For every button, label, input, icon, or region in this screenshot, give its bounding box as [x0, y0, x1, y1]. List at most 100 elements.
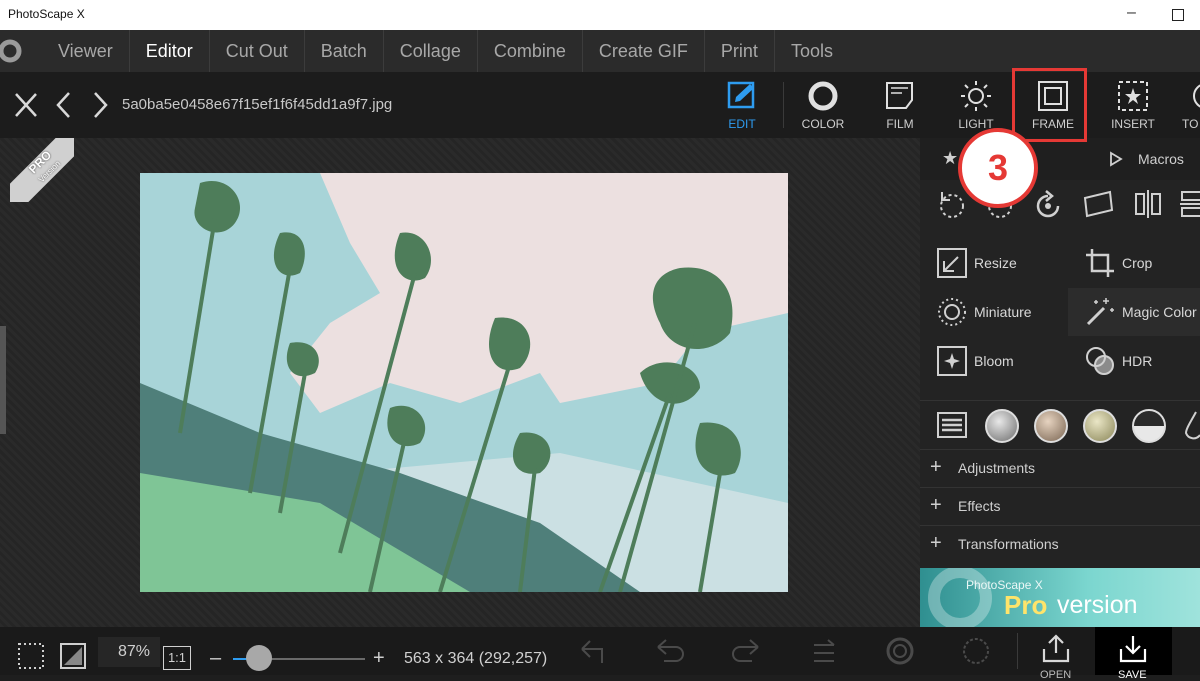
tab-label: INSERT: [1111, 117, 1155, 131]
undo-icon[interactable]: [654, 637, 686, 667]
expand-icon: +: [930, 494, 942, 516]
flip-vertical-icon[interactable]: [1178, 188, 1200, 220]
zoom-in-button[interactable]: +: [373, 647, 385, 670]
tab-label: TO: [1182, 117, 1199, 131]
photo-preview: [140, 173, 788, 592]
compare-view-icon[interactable]: [960, 635, 992, 667]
close-icon[interactable]: [14, 90, 40, 120]
rotate-right-icon[interactable]: [1032, 188, 1064, 220]
menu-item-create-gif[interactable]: Create GIF: [583, 30, 705, 72]
feature-label: HDR: [1122, 353, 1153, 369]
open-share-icon[interactable]: [1040, 633, 1072, 665]
color-icon: [808, 81, 838, 111]
redo-all-icon[interactable]: [806, 637, 838, 667]
menu-item-tools[interactable]: Tools: [775, 30, 849, 72]
bloom-button[interactable]: Bloom: [920, 337, 1060, 385]
tab-film[interactable]: FILM: [865, 72, 935, 138]
tab-insert[interactable]: INSERT: [1098, 72, 1168, 138]
section-label: Effects: [958, 498, 1001, 514]
favorites-star-icon[interactable]: ★: [942, 148, 958, 169]
miniature-button[interactable]: Miniature: [920, 288, 1060, 336]
open-label: OPEN: [1040, 669, 1072, 681]
save-button[interactable]: SAVE: [1095, 627, 1172, 681]
rotate-left-icon[interactable]: [936, 188, 968, 220]
right-panel: ★ Macros Resize Crop Miniature Magic Col…: [920, 138, 1200, 627]
image-dimensions: 563 x 364 (292,257): [404, 650, 548, 667]
drop-icon[interactable]: [1182, 409, 1200, 441]
pro-version-ribbon: PRO Version: [10, 138, 74, 202]
compare-icon[interactable]: [58, 641, 88, 671]
magic-color-button[interactable]: Magic Color: [1068, 288, 1200, 336]
pro-ribbon-subtitle: Version: [36, 158, 63, 185]
section-effects[interactable]: + Effects: [920, 487, 1200, 525]
feature-label: Crop: [1122, 255, 1153, 271]
section-adjustments[interactable]: + Adjustments: [920, 449, 1200, 487]
zoom-slider-track[interactable]: [233, 645, 365, 671]
tab-label: COLOR: [801, 117, 845, 131]
bloom-icon: [937, 346, 967, 376]
zoom-field[interactable]: 87%: [98, 637, 160, 667]
chevron-left-icon[interactable]: [54, 90, 74, 120]
image-canvas[interactable]: PRO Version: [0, 138, 920, 627]
file-name: 5a0ba5e0458e67f15ef1f6f45dd1a9f7.jpg: [122, 96, 393, 113]
side-drawer-handle[interactable]: [0, 326, 6, 434]
expand-icon: +: [930, 532, 942, 554]
tools-icon: [1193, 84, 1200, 108]
menu-item-print[interactable]: Print: [705, 30, 775, 72]
banner-version: version: [1050, 591, 1138, 619]
revert-icon[interactable]: [578, 637, 610, 667]
edit-icon: [727, 81, 755, 109]
crop-button[interactable]: Crop: [1068, 239, 1200, 287]
section-label: Transformations: [958, 536, 1059, 552]
straighten-icon[interactable]: [1082, 188, 1114, 220]
banner-logo-icon: [928, 568, 992, 627]
expand-icon: +: [930, 456, 942, 478]
preset-swatch-sepia[interactable]: [1083, 409, 1117, 443]
feature-label: Bloom: [974, 353, 1014, 369]
tab-edit[interactable]: EDIT: [707, 72, 777, 138]
menu-bar: Viewer Editor Cut Out Batch Collage Combine Cr…: [0, 30, 1200, 72]
menu-item-viewer[interactable]: Viewer: [42, 30, 130, 72]
tab-label: FILM: [886, 117, 914, 131]
pro-version-banner[interactable]: PhotoScape X Pro version: [920, 568, 1200, 627]
select-area-icon[interactable]: [16, 641, 46, 671]
redo-icon[interactable]: [730, 637, 762, 667]
feature-label: Resize: [974, 255, 1017, 271]
preset-swatch-half[interactable]: [1132, 409, 1166, 443]
miniature-icon: [938, 298, 966, 326]
maximize-button[interactable]: [1172, 9, 1184, 21]
menu-item-combine[interactable]: Combine: [478, 30, 583, 72]
section-transformations[interactable]: + Transformations: [920, 525, 1200, 563]
zoom-value: 87%: [118, 643, 151, 660]
zoom-slider-thumb[interactable]: [246, 645, 273, 671]
preset-swatch-warm[interactable]: [1034, 409, 1068, 443]
original-icon[interactable]: [884, 635, 916, 667]
actual-size-button[interactable]: 1:1: [163, 646, 191, 670]
tab-color[interactable]: COLOR: [788, 72, 858, 138]
tab-label: EDIT: [728, 117, 756, 131]
banner-pro: Pro: [1004, 590, 1048, 620]
highlight-frame-box: [1012, 68, 1087, 142]
menu-item-editor[interactable]: Editor: [130, 30, 210, 72]
preset-swatch-gray[interactable]: [985, 409, 1019, 443]
flip-horizontal-icon[interactable]: [1132, 188, 1164, 220]
resize-button[interactable]: Resize: [920, 239, 1060, 287]
section-label: Adjustments: [958, 460, 1036, 476]
resize-icon: [937, 248, 967, 278]
menu-item-cut-out[interactable]: Cut Out: [210, 30, 305, 72]
app-logo-icon[interactable]: [0, 39, 26, 65]
chevron-right-icon[interactable]: [90, 90, 110, 120]
hdr-icon: [1086, 347, 1114, 375]
macros-button[interactable]: Macros: [1138, 151, 1184, 167]
tab-tools[interactable]: TO: [1166, 72, 1200, 138]
bottom-divider: [1017, 633, 1018, 669]
hdr-button[interactable]: HDR: [1068, 337, 1200, 385]
zoom-out-button[interactable]: –: [210, 647, 221, 670]
crop-icon: [1086, 249, 1114, 277]
list-icon[interactable]: [936, 409, 968, 441]
bottom-toolbar: 87% 1:1 – + 563 x 364 (292,257) OPEN SAV…: [0, 627, 1200, 681]
minimize-button[interactable]: –: [1127, 4, 1136, 22]
menu-item-collage[interactable]: Collage: [384, 30, 478, 72]
menu-item-batch[interactable]: Batch: [305, 30, 384, 72]
insert-icon: [1118, 81, 1148, 111]
